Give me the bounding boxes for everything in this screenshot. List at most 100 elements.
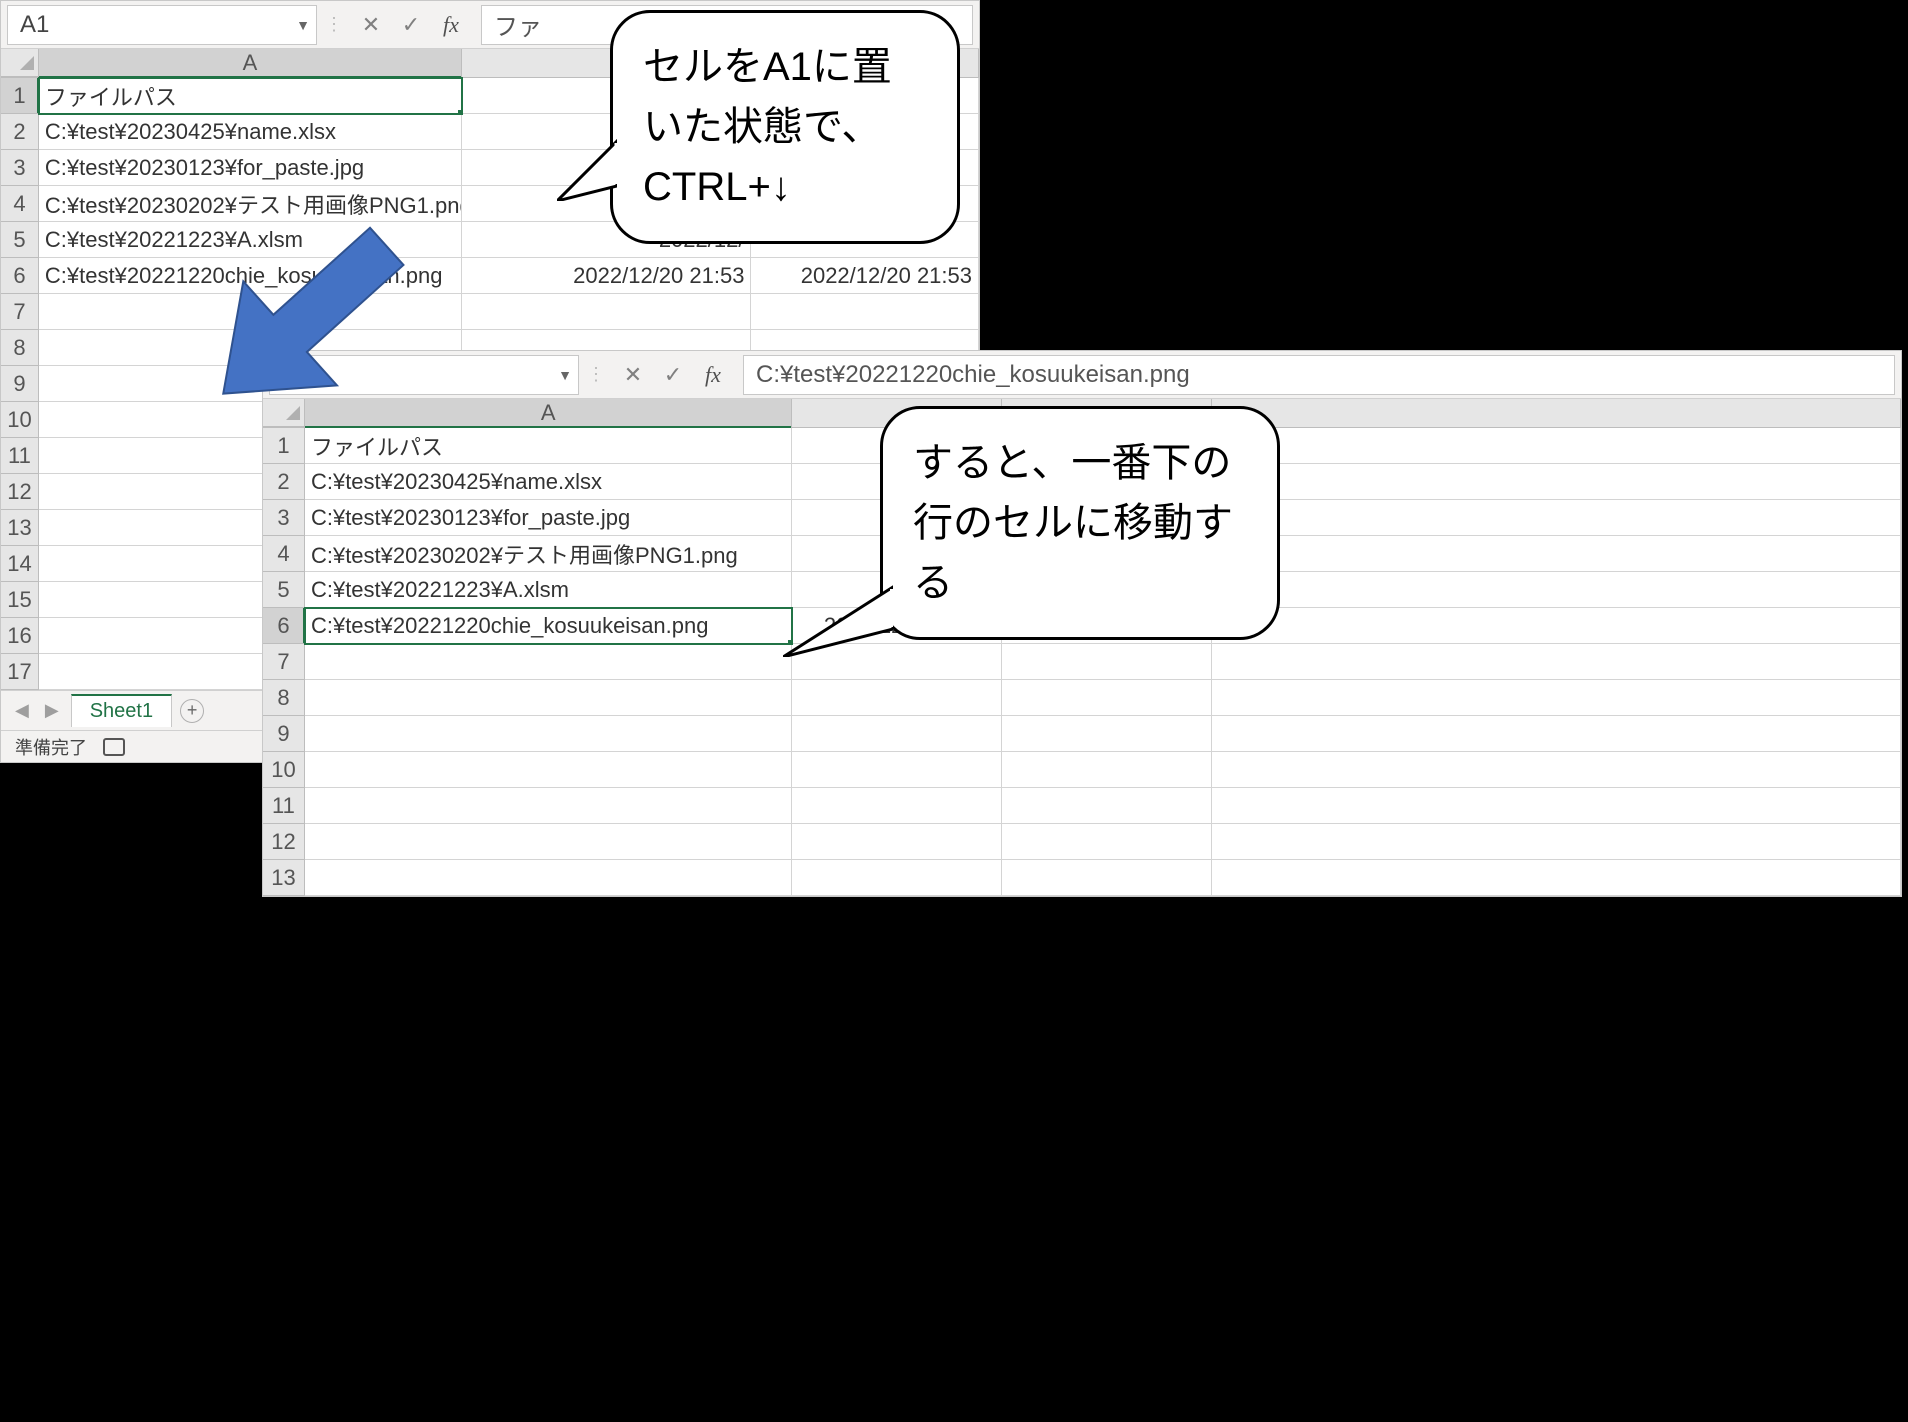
name-box[interactable]: A1 ▼ <box>7 5 317 45</box>
cell[interactable] <box>1212 788 1901 824</box>
cell[interactable] <box>792 824 1002 860</box>
cell[interactable] <box>1212 608 1901 644</box>
select-all-corner[interactable] <box>1 49 39 77</box>
row-header[interactable]: 3 <box>263 500 305 536</box>
cell[interactable] <box>305 680 792 716</box>
cell[interactable] <box>1212 536 1901 572</box>
formula-content[interactable]: C:¥test¥20221220chie_kosuukeisan.png <box>743 355 1895 395</box>
row-header[interactable]: 4 <box>263 536 305 572</box>
row-header[interactable]: 1 <box>1 78 39 114</box>
row: 12 <box>263 824 1901 860</box>
cell[interactable]: C:¥test¥20221220chie_kosuukeisan.png <box>305 608 792 644</box>
cell[interactable]: ファイルパス <box>39 78 462 114</box>
cell[interactable] <box>792 716 1002 752</box>
row-header[interactable]: 10 <box>1 402 39 438</box>
sheet-tab[interactable]: Sheet1 <box>71 694 172 727</box>
cell[interactable] <box>1002 644 1212 680</box>
row-header[interactable]: 7 <box>263 644 305 680</box>
row-header[interactable]: 5 <box>263 572 305 608</box>
row-header[interactable]: 15 <box>1 582 39 618</box>
row-header[interactable]: 11 <box>1 438 39 474</box>
cell[interactable] <box>1212 500 1901 536</box>
cell[interactable] <box>1212 716 1901 752</box>
row-header[interactable]: 8 <box>263 680 305 716</box>
cell[interactable] <box>1002 752 1212 788</box>
row-header[interactable]: 13 <box>263 860 305 896</box>
cell[interactable] <box>792 788 1002 824</box>
cell[interactable] <box>1212 860 1901 896</box>
cell[interactable] <box>305 824 792 860</box>
add-sheet-icon[interactable]: + <box>180 699 204 723</box>
row-header[interactable]: 3 <box>1 150 39 186</box>
cell[interactable] <box>792 680 1002 716</box>
row-header[interactable]: 16 <box>1 618 39 654</box>
chevron-down-icon[interactable]: ▼ <box>558 367 572 383</box>
chevron-down-icon[interactable]: ▼ <box>296 17 310 33</box>
cell[interactable] <box>1212 428 1901 464</box>
row-header[interactable]: 6 <box>1 258 39 294</box>
row: 7 <box>1 294 979 330</box>
row: 11 <box>263 788 1901 824</box>
cell[interactable]: C:¥test¥20230425¥name.xlsx <box>39 114 462 150</box>
cell[interactable] <box>1212 464 1901 500</box>
tab-next-icon[interactable]: ▶ <box>41 700 63 721</box>
check-icon[interactable]: ✓ <box>653 355 693 395</box>
cell[interactable] <box>792 752 1002 788</box>
fx-icon[interactable]: fx <box>431 5 471 45</box>
fx-icon[interactable]: fx <box>693 355 733 395</box>
cell[interactable] <box>792 860 1002 896</box>
tab-prev-icon[interactable]: ◀ <box>11 700 33 721</box>
cell[interactable] <box>305 860 792 896</box>
cell[interactable] <box>1212 644 1901 680</box>
row-header[interactable]: 14 <box>1 546 39 582</box>
cell[interactable] <box>1002 860 1212 896</box>
cell[interactable]: C:¥test¥20221223¥A.xlsm <box>305 572 792 608</box>
row-header[interactable]: 8 <box>1 330 39 366</box>
cell[interactable] <box>305 752 792 788</box>
accessibility-icon[interactable] <box>103 738 125 756</box>
row-header[interactable]: 9 <box>1 366 39 402</box>
row-header[interactable]: 10 <box>263 752 305 788</box>
cancel-icon[interactable]: ✕ <box>613 355 653 395</box>
row-header[interactable]: 13 <box>1 510 39 546</box>
row-header[interactable]: 7 <box>1 294 39 330</box>
cell[interactable] <box>462 294 751 330</box>
row-header[interactable]: 2 <box>263 464 305 500</box>
name-box-value: A1 <box>20 11 49 39</box>
cell[interactable] <box>305 716 792 752</box>
cell[interactable]: C:¥test¥20230202¥テスト用画像PNG1.png <box>305 536 792 572</box>
cell[interactable] <box>1212 752 1901 788</box>
cell[interactable] <box>1002 680 1212 716</box>
cell[interactable] <box>1212 680 1901 716</box>
row-header[interactable]: 9 <box>263 716 305 752</box>
callout-tail-icon <box>783 567 893 657</box>
cell[interactable]: 2022/12/20 21:53 <box>751 258 979 294</box>
row-header[interactable]: 4 <box>1 186 39 222</box>
row-header[interactable]: 17 <box>1 654 39 690</box>
callout-text: セルをA1に置いた状態で、CTRL+↓ <box>643 45 892 209</box>
row-header[interactable]: 5 <box>1 222 39 258</box>
cell[interactable]: C:¥test¥20230123¥for_paste.jpg <box>305 500 792 536</box>
row-header[interactable]: 11 <box>263 788 305 824</box>
row-header[interactable]: 2 <box>1 114 39 150</box>
cell[interactable]: C:¥test¥20230123¥for_paste.jpg <box>39 150 462 186</box>
cell[interactable] <box>1212 824 1901 860</box>
grip-icon: ⋮ <box>579 364 613 385</box>
formula-bar: ▼ ⋮ ✕ ✓ fx C:¥test¥20221220chie_kosuukei… <box>263 351 1901 399</box>
cell[interactable] <box>305 788 792 824</box>
cell[interactable] <box>305 644 792 680</box>
cell[interactable]: 2022/12/20 21:53 <box>462 258 751 294</box>
column-header-a[interactable]: A <box>39 49 462 77</box>
cell[interactable] <box>1212 572 1901 608</box>
row-header[interactable]: 12 <box>263 824 305 860</box>
cell[interactable] <box>1002 824 1212 860</box>
cell[interactable] <box>1002 716 1212 752</box>
cell[interactable] <box>751 294 979 330</box>
cell[interactable] <box>1002 788 1212 824</box>
column-header-rest[interactable] <box>1212 399 1901 427</box>
row-header[interactable]: 6 <box>263 608 305 644</box>
check-icon[interactable]: ✓ <box>391 5 431 45</box>
row-header[interactable]: 12 <box>1 474 39 510</box>
cancel-icon[interactable]: ✕ <box>351 5 391 45</box>
cell[interactable]: C:¥test¥20230425¥name.xlsx <box>305 464 792 500</box>
